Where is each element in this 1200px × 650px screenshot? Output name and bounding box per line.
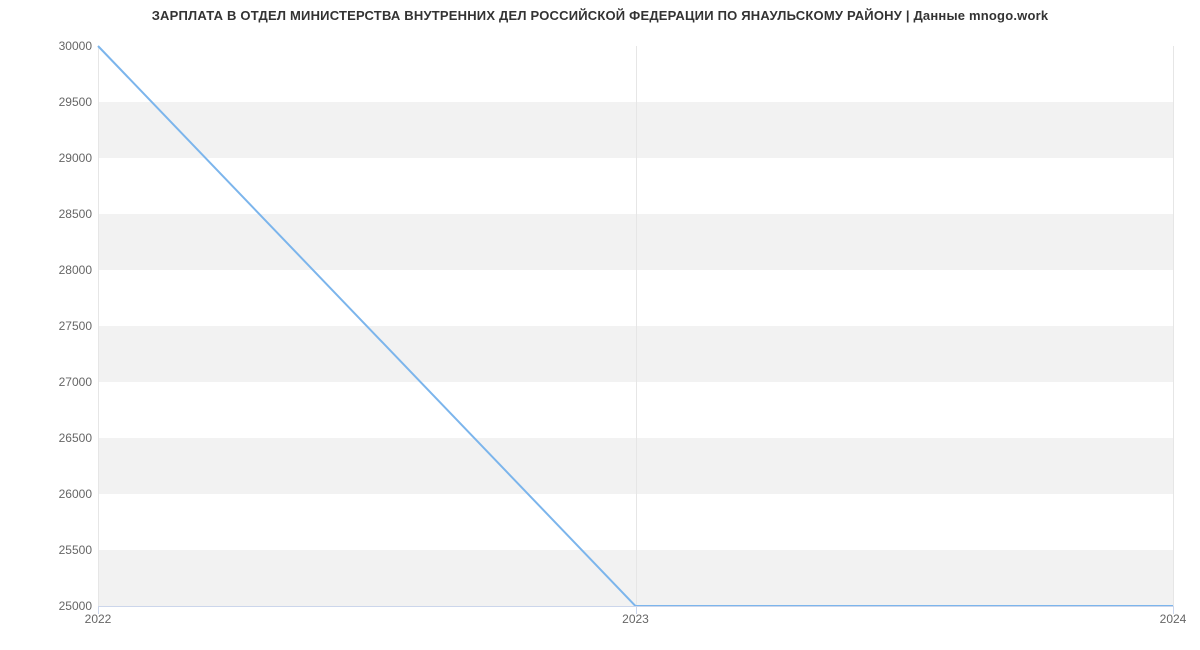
x-tick-label: 2024 — [1160, 612, 1187, 626]
chart-container: ЗАРПЛАТА В ОТДЕЛ МИНИСТЕРСТВА ВНУТРЕННИХ… — [0, 0, 1200, 650]
x-tick-mark — [1173, 606, 1174, 614]
series-line — [98, 46, 1173, 606]
y-tick-label: 26000 — [12, 487, 92, 501]
y-tick-label: 27000 — [12, 375, 92, 389]
chart-title: ЗАРПЛАТА В ОТДЕЛ МИНИСТЕРСТВА ВНУТРЕННИХ… — [0, 8, 1200, 23]
line-series — [98, 46, 1173, 606]
y-tick-label: 30000 — [12, 39, 92, 53]
y-tick-label: 29000 — [12, 151, 92, 165]
grid-line-v — [1173, 46, 1174, 606]
plot-area — [98, 46, 1173, 606]
y-tick-label: 29500 — [12, 95, 92, 109]
y-tick-label: 26500 — [12, 431, 92, 445]
y-tick-label: 25000 — [12, 599, 92, 613]
x-tick-mark — [98, 606, 99, 614]
x-tick-mark — [636, 606, 637, 614]
x-tick-label: 2023 — [622, 612, 649, 626]
y-tick-label: 28500 — [12, 207, 92, 221]
x-tick-label: 2022 — [85, 612, 112, 626]
y-tick-label: 27500 — [12, 319, 92, 333]
y-tick-label: 25500 — [12, 543, 92, 557]
y-tick-label: 28000 — [12, 263, 92, 277]
